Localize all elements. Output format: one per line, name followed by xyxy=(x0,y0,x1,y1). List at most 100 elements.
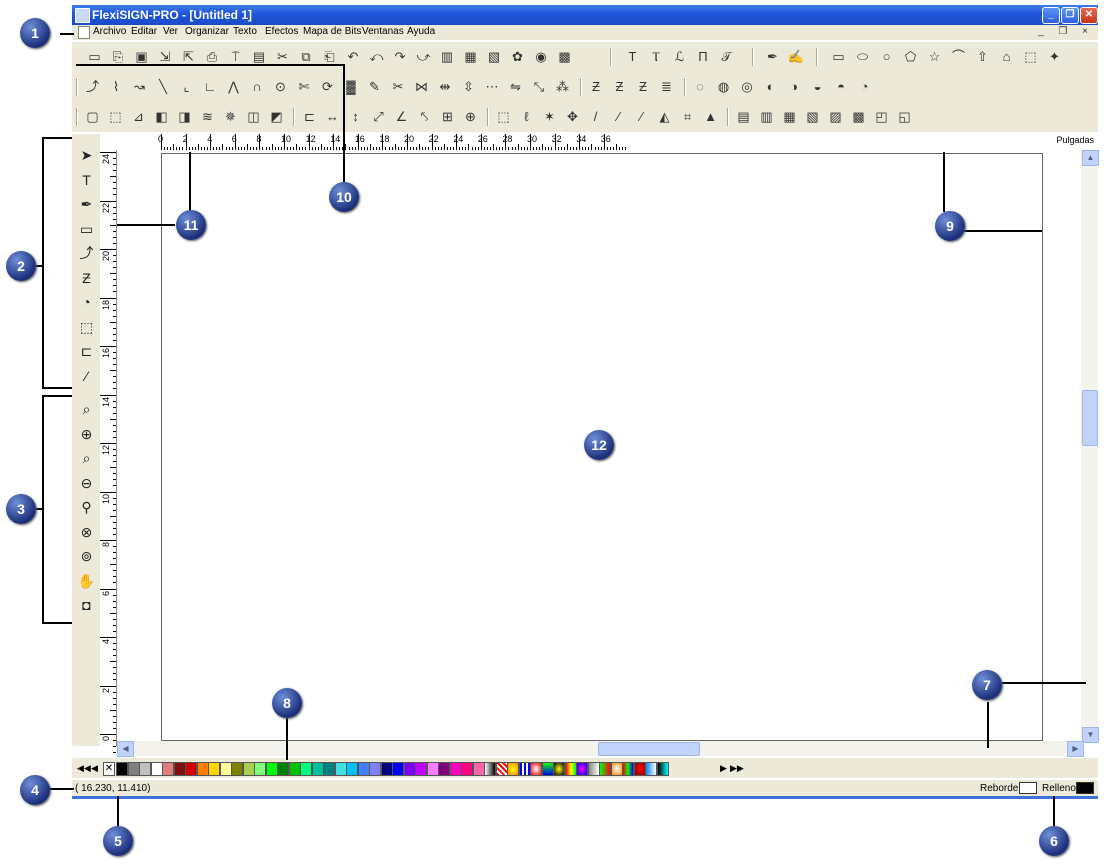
eyedropper-icon[interactable]: ⁄ xyxy=(77,367,96,386)
menu-texto[interactable]: Texto xyxy=(233,26,257,37)
star-effect-icon[interactable]: ✵ xyxy=(222,108,239,125)
cut-icon[interactable]: ✂ xyxy=(274,48,291,65)
minimize-button[interactable]: _ xyxy=(1042,7,1060,24)
color-swatch[interactable] xyxy=(334,762,347,776)
align-h-icon[interactable]: ⇹ xyxy=(437,78,454,95)
menu-ayuda[interactable]: Ayuda xyxy=(407,26,435,37)
pattern-swatch[interactable] xyxy=(553,762,565,776)
vertical-scrollbar[interactable]: ▲ ▼ xyxy=(1081,150,1099,743)
color-swatch[interactable] xyxy=(208,762,220,776)
pattern-swatch[interactable] xyxy=(518,762,531,776)
scroll-right-button[interactable]: ▶ xyxy=(1067,741,1084,757)
curve-2-icon[interactable]: ↝ xyxy=(131,78,148,95)
horizontal-scrollbar[interactable]: ◀ xyxy=(117,741,1081,757)
weld-1-icon[interactable]: Ƶ xyxy=(588,78,605,95)
close-button[interactable]: ✕ xyxy=(1080,7,1098,24)
pattern-swatch[interactable] xyxy=(530,762,542,776)
magic-wand-icon[interactable]: ✶ xyxy=(541,108,558,125)
pattern-swatch[interactable] xyxy=(587,762,600,776)
color-swatch[interactable] xyxy=(127,762,140,776)
arc-icon[interactable]: ⌒ xyxy=(950,48,967,65)
arrange-icon[interactable]: ▥ xyxy=(439,48,456,65)
palette-prev-button[interactable]: ◀ xyxy=(89,761,100,775)
polygon-icon[interactable]: ⬠ xyxy=(902,48,919,65)
color-fill-icon[interactable]: ◘ xyxy=(77,596,96,615)
menu-ventanas[interactable]: Ventanas xyxy=(362,26,404,37)
frame-tool-icon[interactable]: ⬚ xyxy=(77,318,96,337)
color-swatch[interactable] xyxy=(346,762,358,776)
color-swatch[interactable] xyxy=(265,762,278,776)
pattern-swatch[interactable] xyxy=(564,762,577,776)
import-icon[interactable]: ⇲ xyxy=(157,48,174,65)
zoom-fit-icon[interactable]: ⚲ xyxy=(77,498,96,517)
hand-pan-icon[interactable]: ✋ xyxy=(77,572,96,591)
curve-1-icon[interactable]: ⌇ xyxy=(108,78,125,95)
zoom-area-icon[interactable]: ⌕ xyxy=(77,400,96,419)
weld-3-icon[interactable]: Ƶ xyxy=(635,78,652,95)
bevel-icon[interactable]: ◩ xyxy=(268,108,285,125)
color-swatch[interactable] xyxy=(277,762,289,776)
text-path-icon[interactable]: ℒ xyxy=(671,48,688,65)
pattern-swatch[interactable] xyxy=(541,762,554,776)
color-grid-icon[interactable]: ▩ xyxy=(556,48,573,65)
color-swatch[interactable] xyxy=(300,762,312,776)
redo-all-icon[interactable]: ⤻ xyxy=(415,48,432,65)
pattern-swatch[interactable] xyxy=(484,762,496,776)
bitmap-5-icon[interactable]: ▨ xyxy=(827,108,844,125)
color-swatch[interactable] xyxy=(150,762,163,776)
app-icon[interactable] xyxy=(75,8,90,23)
color-swatch[interactable] xyxy=(162,762,174,776)
dimension-area-icon[interactable]: ⊞ xyxy=(439,108,456,125)
pattern-swatch[interactable] xyxy=(576,762,588,776)
scroll-left-button[interactable]: ◀ xyxy=(117,741,134,757)
frame-icon[interactable]: ▢ xyxy=(84,108,101,125)
print-icon[interactable]: ⎙ xyxy=(204,48,221,65)
fill-swatch[interactable] xyxy=(1076,782,1094,794)
pen-tool-icon[interactable]: ✒ xyxy=(77,195,96,214)
color-swatch[interactable] xyxy=(254,762,266,776)
color-shadow-icon[interactable]: ◨ xyxy=(176,108,193,125)
shape-op-5-icon[interactable]: ◑ xyxy=(786,78,803,95)
menu-archivo[interactable]: Archivo xyxy=(93,26,126,37)
dotted-frame-icon[interactable]: ⬚ xyxy=(107,108,124,125)
bitmap-4-icon[interactable]: ▧ xyxy=(804,108,821,125)
bucket-icon[interactable]: ◭ xyxy=(656,108,673,125)
scatter-icon[interactable]: ⁂ xyxy=(554,78,571,95)
crop-icon[interactable]: ⌗ xyxy=(679,108,696,125)
color-picker-icon[interactable]: ◉ xyxy=(533,48,550,65)
horizontal-ruler[interactable]: Pulgadas 0246810121416182022242628303234… xyxy=(100,134,1098,151)
shape-op-8-icon[interactable]: ◔ xyxy=(856,78,873,95)
pattern-swatch[interactable] xyxy=(645,762,657,776)
preview-icon[interactable]: ▧ xyxy=(486,48,503,65)
pattern-swatch[interactable] xyxy=(633,762,646,776)
bitmap-8-icon[interactable]: ◱ xyxy=(896,108,913,125)
scroll-down-button[interactable]: ▼ xyxy=(1082,727,1099,743)
brush-2-icon[interactable]: ⁄ xyxy=(610,108,627,125)
perspective-icon[interactable]: ⊿ xyxy=(130,108,147,125)
corner-icon[interactable]: ⌞ xyxy=(178,78,195,95)
undo-icon[interactable]: ↶ xyxy=(345,48,362,65)
color-swatch[interactable] xyxy=(173,762,186,776)
cut-path-icon[interactable]: ⍑ xyxy=(227,48,244,65)
angle-icon[interactable]: ∟ xyxy=(202,78,219,95)
color-swatch[interactable] xyxy=(288,762,301,776)
palette-next-button[interactable]: ▶ xyxy=(718,761,729,775)
pattern-swatch[interactable] xyxy=(599,762,611,776)
color-swatch[interactable] xyxy=(415,762,427,776)
dimension-xy-icon[interactable]: ⤣ xyxy=(416,108,433,125)
shape-op-4-icon[interactable]: ◐ xyxy=(762,78,779,95)
color-swatch[interactable] xyxy=(403,762,416,776)
color-swatch[interactable] xyxy=(461,762,473,776)
menu-ver[interactable]: Ver xyxy=(163,26,178,37)
menu-organizar[interactable]: Organizar xyxy=(185,26,229,37)
3d-box-icon[interactable]: ◫ xyxy=(245,108,262,125)
node-edit-tool-icon[interactable]: ⤴ xyxy=(77,244,96,263)
redo-icon[interactable]: ↷ xyxy=(392,48,409,65)
zoom-page-icon[interactable]: ⌕ xyxy=(77,449,96,468)
color-swatch[interactable] xyxy=(323,762,335,776)
save-icon[interactable]: ▣ xyxy=(133,48,150,65)
color-swatch[interactable] xyxy=(219,762,232,776)
layers-icon[interactable]: ≋ xyxy=(199,108,216,125)
menu-efectos[interactable]: Efectos xyxy=(265,26,298,37)
bezier-tool-icon[interactable]: ✍ xyxy=(788,48,805,65)
